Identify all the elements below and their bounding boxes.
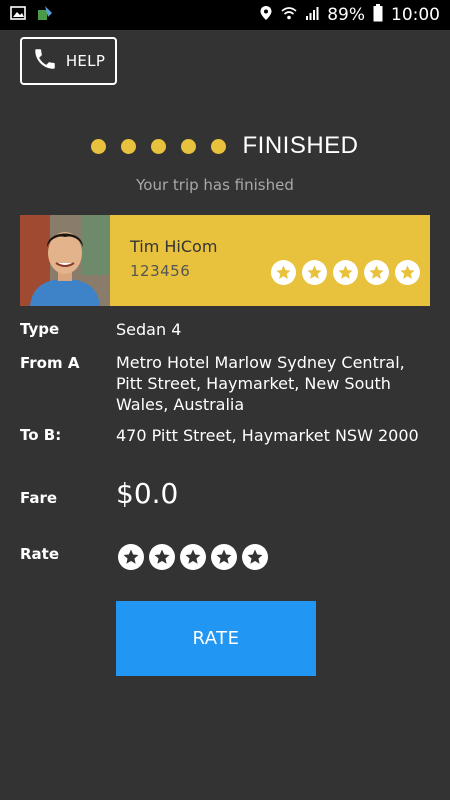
trip-message: Your trip has finished — [136, 176, 294, 194]
clock: 10:00 — [391, 5, 440, 25]
star-icon — [364, 260, 389, 285]
rate-button[interactable]: RATE — [116, 601, 316, 676]
to-value: 470 Pitt Street, Haymarket NSW 2000 — [116, 426, 419, 445]
phone-icon — [32, 46, 58, 76]
fare-value: $0.0 — [116, 477, 179, 510]
progress-dot — [211, 138, 227, 154]
battery-level: 89% — [327, 5, 365, 25]
location-icon — [259, 5, 273, 26]
status-bar: 89% 10:00 — [0, 0, 450, 30]
trip-status: FINISHED — [242, 132, 359, 159]
type-label: Type — [20, 320, 60, 338]
driver-rating — [271, 260, 420, 285]
rate-star-5[interactable] — [242, 544, 268, 570]
trip-progress: FINISHED — [0, 132, 450, 160]
gallery-icon — [10, 5, 26, 25]
rate-stars — [118, 544, 268, 570]
driver-id: 123456 — [130, 262, 191, 280]
fare-label: Fare — [20, 489, 58, 507]
to-label: To B: — [20, 426, 62, 444]
star-icon — [395, 260, 420, 285]
help-button[interactable]: HELP — [20, 37, 117, 85]
rate-star-4[interactable] — [211, 544, 237, 570]
battery-icon — [373, 3, 383, 27]
type-value: Sedan 4 — [116, 320, 182, 339]
driver-info: Tim HiCom 123456 — [110, 215, 430, 306]
app-notification-icon — [36, 4, 54, 26]
progress-dot — [151, 138, 167, 154]
wifi-icon — [281, 5, 297, 26]
driver-card: Tim HiCom 123456 — [20, 215, 430, 306]
rate-star-2[interactable] — [149, 544, 175, 570]
progress-dots — [91, 138, 227, 154]
star-icon — [271, 260, 296, 285]
driver-avatar — [20, 215, 110, 306]
from-label: From A — [20, 354, 80, 372]
signal-icon — [305, 5, 319, 26]
star-icon — [302, 260, 327, 285]
star-icon — [333, 260, 358, 285]
rate-star-3[interactable] — [180, 544, 206, 570]
progress-dot — [181, 138, 197, 154]
progress-dot — [91, 138, 107, 154]
help-label: HELP — [65, 52, 106, 70]
rate-label: Rate — [20, 545, 60, 563]
progress-dot — [121, 138, 137, 154]
rate-star-1[interactable] — [118, 544, 144, 570]
driver-name: Tim HiCom — [130, 237, 218, 256]
from-value: Metro Hotel Marlow Sydney Central, Pitt … — [116, 353, 405, 414]
